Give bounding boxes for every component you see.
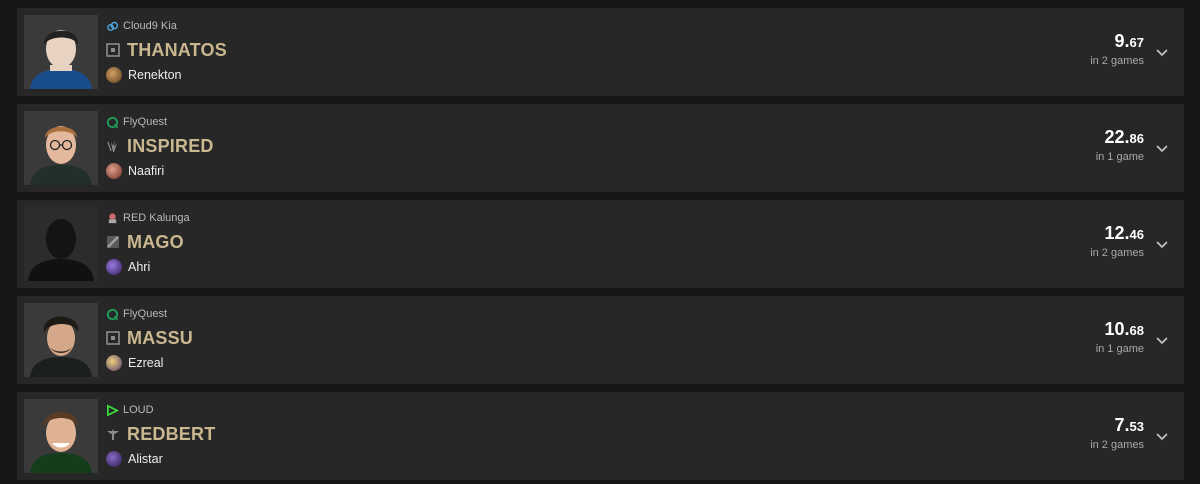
score: 7.53 in 2 games	[1024, 416, 1144, 451]
chevron-down-icon[interactable]	[1154, 236, 1170, 252]
player-name: INSPIRED	[127, 135, 214, 156]
champion-row: Alistar	[106, 450, 163, 468]
games-played: in 1 game	[1095, 151, 1144, 163]
player-card[interactable]: FlyQuest MASSU Ezreal 10.68 in 1 game	[17, 296, 1184, 384]
player-avatar	[24, 207, 98, 281]
player-name-row: MAGO	[106, 231, 184, 253]
champion-name: Naafiri	[128, 164, 165, 178]
chevron-down-icon[interactable]	[1154, 44, 1170, 60]
player-card[interactable]: LOUD REDBERT Alistar 7.53 in 2 games	[17, 392, 1184, 480]
player-name: REDBERT	[127, 423, 216, 444]
support-icon	[107, 429, 119, 440]
team-name: FlyQuest	[123, 116, 168, 128]
champion-name: Alistar	[128, 452, 163, 466]
loud-icon	[107, 404, 119, 416]
score-value: 12.46	[1104, 223, 1145, 243]
team-name: Cloud9 Kia	[123, 20, 177, 32]
champion-row: Ahri	[106, 258, 150, 276]
team-label: FlyQuest	[106, 307, 167, 321]
champion-portrait-icon	[106, 451, 122, 467]
player-name: THANATOS	[127, 39, 227, 60]
red-kalunga-icon	[108, 212, 117, 223]
champion-portrait-icon	[106, 259, 122, 275]
player-avatar	[24, 15, 98, 89]
jungle-icon	[107, 140, 117, 152]
score-value: 10.68	[1104, 319, 1145, 339]
top-lane-icon	[106, 43, 120, 57]
player-avatar	[24, 399, 98, 473]
player-card[interactable]: FlyQuest INSPIRED Naafiri 22.86 in 1 gam…	[17, 104, 1184, 192]
chevron-down-icon[interactable]	[1154, 140, 1170, 156]
player-name-row: THANATOS	[106, 39, 227, 61]
champion-portrait-icon	[106, 67, 122, 83]
player-name-row: REDBERT	[106, 423, 215, 445]
games-played: in 2 games	[1090, 55, 1144, 67]
champion-row: Naafiri	[106, 162, 164, 180]
score: 22.86 in 1 game	[1024, 128, 1144, 163]
player-name-row: MASSU	[106, 327, 193, 349]
mid-lane-icon	[107, 236, 119, 248]
score: 10.68 in 1 game	[1024, 320, 1144, 355]
team-label: FlyQuest	[106, 115, 167, 129]
score-value: 22.86	[1104, 127, 1145, 147]
champion-portrait-icon	[106, 355, 122, 371]
champion-portrait-icon	[106, 163, 122, 179]
team-name: RED Kalunga	[123, 212, 190, 224]
team-name: FlyQuest	[123, 308, 168, 320]
score-value: 9.67	[1114, 31, 1144, 51]
player-name: MASSU	[127, 327, 194, 348]
score: 12.46 in 2 games	[1024, 224, 1144, 259]
games-played: in 2 games	[1090, 439, 1144, 451]
team-name: LOUD	[123, 404, 154, 416]
score-value: 7.53	[1114, 415, 1144, 435]
champion-name: Renekton	[128, 68, 182, 82]
player-card[interactable]: RED Kalunga MAGO Ahri 12.46 in 2 games	[17, 200, 1184, 288]
champion-name: Ahri	[128, 260, 151, 274]
games-played: in 1 game	[1095, 343, 1144, 355]
flyquest-icon	[106, 116, 119, 128]
bot-lane-icon	[106, 331, 120, 345]
cloud-icon	[107, 21, 119, 31]
champion-name: Ezreal	[128, 356, 164, 370]
champion-row: Ezreal	[106, 354, 163, 372]
player-name-row: INSPIRED	[106, 135, 214, 157]
team-label: LOUD	[106, 403, 154, 417]
score: 9.67 in 2 games	[1024, 32, 1144, 67]
chevron-down-icon[interactable]	[1154, 332, 1170, 348]
player-name: MAGO	[127, 231, 184, 252]
champion-row: Renekton	[106, 66, 182, 84]
player-card[interactable]: Cloud9 Kia THANATOS Renekton 9.67 in 2 g…	[17, 8, 1184, 96]
player-list: Cloud9 Kia THANATOS Renekton 9.67 in 2 g…	[0, 0, 1200, 484]
player-avatar	[24, 303, 98, 377]
flyquest-icon	[106, 308, 119, 320]
team-label: Cloud9 Kia	[106, 19, 177, 33]
player-avatar	[24, 111, 98, 185]
team-label: RED Kalunga	[106, 211, 190, 225]
games-played: in 2 games	[1090, 247, 1144, 259]
chevron-down-icon[interactable]	[1154, 428, 1170, 444]
